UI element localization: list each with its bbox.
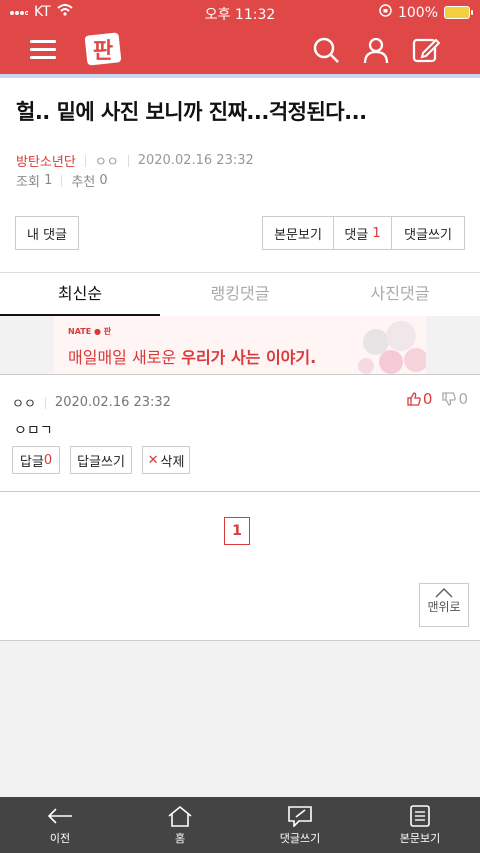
menu-icon[interactable]	[30, 40, 56, 60]
comment-actions: 본문보기 댓글 1 댓글쓰기	[262, 216, 465, 250]
nav-home[interactable]: 홈	[120, 797, 240, 853]
bottom-nav: 이전 홈 댓글쓰기 본문보기	[0, 797, 480, 853]
comment-tabs: 최신순 랭킹댓글 사진댓글	[0, 274, 480, 316]
nav-back-label: 이전	[49, 832, 71, 845]
scroll-to-top-button[interactable]: 맨위로	[419, 583, 469, 627]
comment-meta: ㅇㅇ 2020.02.16 23:32	[12, 393, 171, 412]
tab-photo[interactable]: 사진댓글	[320, 274, 480, 316]
divider	[0, 491, 480, 492]
post-date: 2020.02.16 23:32	[137, 153, 254, 168]
divider	[0, 374, 480, 375]
tab-ranking[interactable]: 랭킹댓글	[160, 274, 320, 316]
pearls-image	[358, 321, 426, 374]
top-bar: KT 오후 11:32 100% 판	[0, 0, 480, 74]
nav-back[interactable]: 이전	[0, 797, 120, 853]
user-icon[interactable]	[362, 36, 390, 64]
write-reply-button[interactable]: 답글쓰기	[70, 446, 132, 474]
close-icon: ✕	[147, 452, 159, 468]
recommend-count: 0	[99, 173, 108, 188]
reply-label: 답글	[19, 454, 44, 470]
empty-area	[0, 641, 480, 797]
views-count: 1	[44, 173, 53, 188]
write-icon[interactable]	[412, 36, 440, 64]
post-author: ㅇㅇ	[94, 155, 119, 170]
delete-label: 삭제	[160, 454, 185, 470]
recommend-label: 추천	[71, 175, 96, 190]
downvote-count: 0	[458, 390, 468, 408]
my-comments-button[interactable]: 내 댓글	[15, 216, 79, 250]
search-icon[interactable]	[312, 36, 340, 64]
document-icon	[410, 805, 430, 827]
view-body-button[interactable]: 본문보기	[263, 217, 334, 249]
header-accent-line	[0, 74, 480, 78]
thumbs-up-icon	[407, 392, 421, 406]
comments-count: 1	[372, 225, 381, 241]
post-meta: 방탄소년단 ㅇㅇ 2020.02.16 23:32	[16, 151, 254, 170]
comments-label: 댓글	[344, 227, 369, 243]
thumbs-down-icon	[442, 392, 457, 406]
comment-author: ㅇㅇ	[12, 397, 36, 412]
comment-votes: 0 0	[407, 390, 468, 408]
delete-button[interactable]: ✕ 삭제	[142, 446, 190, 474]
ad-text: 매일매일 새로운 우리가 사는 이야기.	[68, 348, 317, 367]
downvote-button[interactable]: 0	[442, 390, 468, 408]
comment-date: 2020.02.16 23:32	[54, 395, 171, 410]
post-stats: 조회 1 추천 0	[16, 171, 108, 190]
pann-logo[interactable]: 판	[84, 30, 122, 68]
divider	[0, 272, 480, 273]
chevron-up-icon	[435, 588, 453, 598]
back-arrow-icon	[47, 808, 72, 824]
post-category[interactable]: 방탄소년단	[16, 151, 76, 170]
upvote-count: 0	[422, 390, 433, 408]
nav-write-comment[interactable]: 댓글쓰기	[240, 797, 360, 853]
app-bar: 판	[0, 26, 480, 74]
page-1-button[interactable]: 1	[224, 517, 250, 545]
scroll-to-top-label: 맨위로	[427, 600, 461, 614]
status-bar: KT 오후 11:32 100%	[0, 0, 480, 26]
orientation-lock-icon	[379, 4, 392, 21]
battery-icon	[444, 6, 473, 19]
comment-write-icon	[288, 806, 312, 827]
nav-view-body[interactable]: 본문보기	[360, 797, 480, 853]
upvote-button[interactable]: 0	[407, 390, 433, 408]
battery-percent: 100%	[397, 4, 438, 21]
comments-button[interactable]: 댓글 1	[334, 217, 392, 249]
write-comment-button[interactable]: 댓글쓰기	[392, 217, 464, 249]
reply-count: 0	[43, 452, 53, 468]
logo-text: 판	[93, 39, 113, 64]
reply-button[interactable]: 답글 0	[12, 446, 60, 474]
nav-home-label: 홈	[174, 832, 186, 845]
ad-brand: NATE ● 판	[68, 327, 112, 336]
nav-view-body-label: 본문보기	[399, 832, 441, 845]
nav-write-comment-label: 댓글쓰기	[279, 832, 321, 845]
post-title: 헐.. 밑에 사진 보니까 진짜...걱정된다...	[16, 100, 367, 124]
comment-body: ㅇㅁㄱ	[14, 423, 53, 439]
ad-banner[interactable]: NATE ● 판 매일매일 새로운 우리가 사는 이야기.	[54, 316, 426, 374]
home-icon	[168, 805, 192, 827]
views-label: 조회	[16, 175, 40, 190]
tab-latest[interactable]: 최신순	[0, 274, 160, 316]
